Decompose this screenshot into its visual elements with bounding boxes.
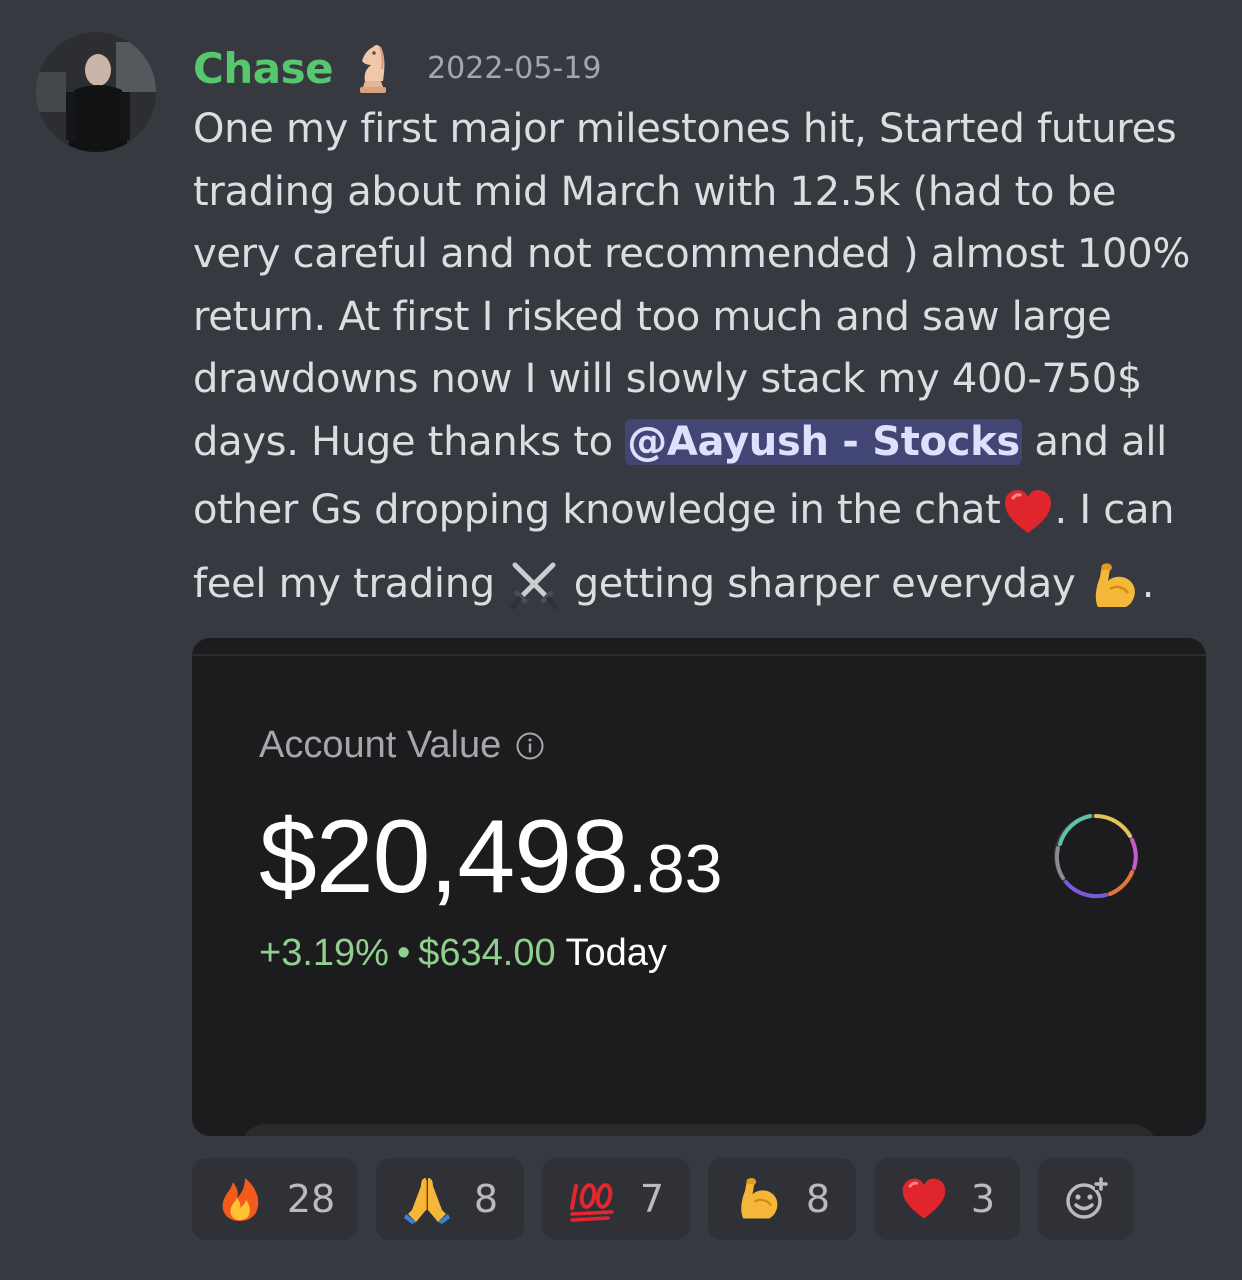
red-heart-icon (902, 1178, 946, 1219)
reaction-count: 7 (639, 1177, 665, 1221)
flexed-biceps-icon (1095, 563, 1135, 607)
username[interactable]: Chase (193, 44, 334, 93)
message-content: One my first major milestones hit, Start… (193, 98, 1203, 621)
reaction-count: 3 (970, 1177, 996, 1221)
message-line: trading about mid March with 12.5k (had … (193, 168, 1117, 215)
text-segment: getting sharper everyday (561, 561, 1088, 607)
fire-icon (222, 1178, 259, 1221)
reaction-count: 8 (805, 1177, 831, 1221)
text-segment: other Gs dropping knowledge in the chat (193, 487, 1001, 533)
message-line: feel my trading getting sharper everyday… (193, 547, 1203, 621)
reaction-fire[interactable]: 28 (192, 1158, 358, 1240)
hundred-points-icon (569, 1183, 614, 1222)
message-line: return. At first I risked too much and s… (193, 293, 1112, 340)
user-mention[interactable]: @Aayush - Stocks (625, 418, 1022, 465)
message-line: other Gs dropping knowledge in the chat.… (193, 473, 1203, 547)
chess-knight-icon (360, 45, 387, 93)
change-percent: +3.19% (259, 932, 389, 974)
text-segment: days. Huge thanks to (193, 418, 626, 465)
add-reaction-button[interactable] (1038, 1158, 1134, 1240)
text-segment: . I can (1054, 487, 1175, 533)
change-period: Today (565, 932, 667, 974)
account-value-title: Account Value (259, 724, 502, 766)
account-value-amount: $20,498.83 (259, 798, 722, 917)
red-heart-icon (1004, 490, 1051, 533)
message-line: very careful and not recommended ) almos… (193, 231, 1191, 277)
sheet-edge (240, 1124, 1158, 1136)
reaction-count: 28 (286, 1177, 336, 1221)
avatar[interactable] (36, 32, 156, 152)
flexed-biceps-icon (741, 1177, 778, 1219)
info-icon (516, 732, 544, 759)
account-value-label: Account Value (259, 724, 545, 767)
change-amount: $634.00 (418, 932, 556, 974)
chat-message: Chase 2022-05-19 One my first major mile… (0, 0, 1242, 1280)
reaction-count: 8 (473, 1177, 499, 1221)
message-line: One my first major milestones hit, Start… (193, 106, 1177, 152)
text-segment: . (1141, 561, 1155, 607)
message-header: Chase 2022-05-19 (193, 38, 601, 98)
image-attachment[interactable]: Account Value $20,498.83 +3.19% • $634.00 … (192, 638, 1206, 1136)
reaction-hundred[interactable]: 7 (542, 1158, 690, 1240)
account-change: +3.19% • $634.00 Today (259, 932, 667, 975)
portfolio-ring-icon (1054, 814, 1138, 899)
divider (192, 654, 1206, 656)
folded-hands-icon (403, 1178, 450, 1224)
account-value-cents: .83 (627, 831, 723, 907)
message-line: drawdowns now I will slowly stack my 400… (193, 356, 1143, 402)
reaction-muscle[interactable]: 8 (708, 1158, 856, 1240)
crossed-swords-icon (510, 562, 558, 610)
reactions-bar: 28 8 7 8 3 (192, 1158, 1134, 1240)
account-value-main: $20,498 (259, 799, 629, 915)
text-segment: and all (1021, 418, 1167, 465)
add-reaction-icon (1066, 1177, 1108, 1219)
timestamp: 2022-05-19 (427, 50, 602, 86)
reaction-pray[interactable]: 8 (376, 1158, 524, 1240)
text-segment: feel my trading (193, 561, 508, 607)
message-line: days. Huge thanks to @Aayush - Stocks an… (193, 411, 1203, 474)
reaction-heart[interactable]: 3 (874, 1158, 1020, 1240)
separator: • (396, 932, 411, 974)
